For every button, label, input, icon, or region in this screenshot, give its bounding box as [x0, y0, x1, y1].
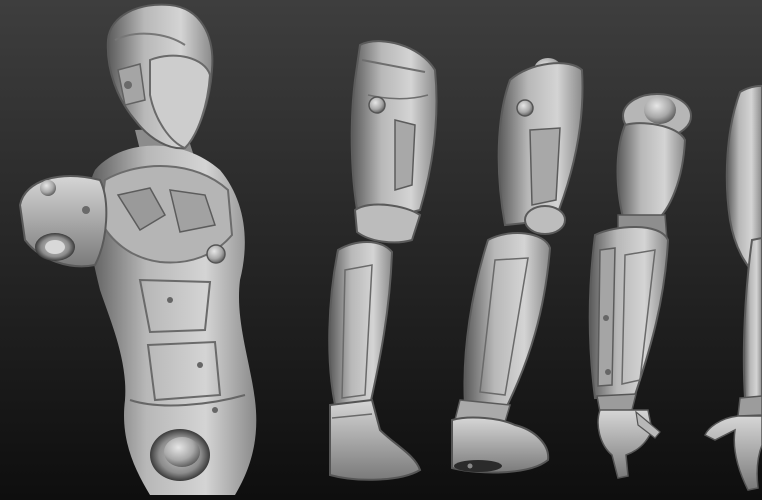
sculpt-render: [0, 0, 762, 500]
sculpt-viewport: [0, 0, 762, 500]
